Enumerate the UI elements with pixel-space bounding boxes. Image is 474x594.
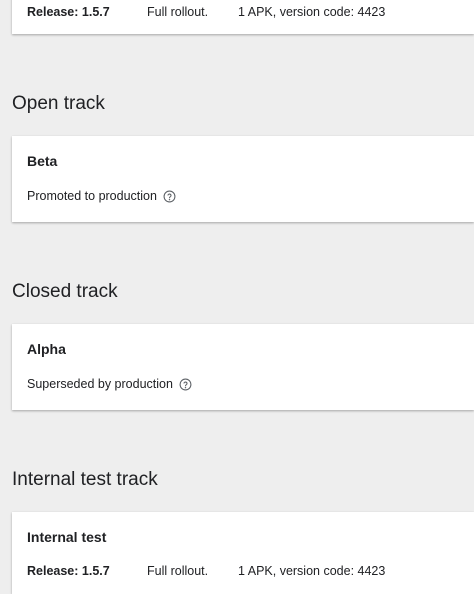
alpha-status: Superseded by production (27, 376, 192, 392)
alpha-card-title: Alpha (27, 341, 66, 357)
open-track-heading: Open track (12, 93, 105, 114)
production-release-card: Release: 1.5.7 Full rollout. 1 APK, vers… (12, 0, 474, 34)
apk-info: 1 APK, version code: 4423 (238, 5, 386, 19)
beta-card-title: Beta (27, 153, 58, 169)
beta-track-card[interactable]: Beta Promoted to production (12, 136, 474, 222)
help-circle-icon[interactable] (163, 190, 176, 203)
internal-card-title: Internal test (27, 529, 107, 545)
release-label: Release: 1.5.7 (27, 5, 110, 19)
release-label: Release: 1.5.7 (27, 564, 110, 578)
alpha-track-card[interactable]: Alpha Superseded by production (12, 324, 474, 410)
internal-test-track-card[interactable]: Internal test Release: 1.5.7 Full rollou… (12, 512, 474, 594)
help-circle-icon[interactable] (179, 378, 192, 391)
rollout-status: Full rollout. (147, 5, 209, 19)
apk-info: 1 APK, version code: 4423 (238, 564, 386, 578)
beta-status: Promoted to production (27, 188, 176, 204)
internal-track-heading: Internal test track (12, 469, 158, 490)
beta-status-text: Promoted to production (27, 189, 157, 203)
closed-track-heading: Closed track (12, 281, 118, 302)
rollout-status: Full rollout. (147, 564, 209, 578)
alpha-status-text: Superseded by production (27, 377, 173, 391)
